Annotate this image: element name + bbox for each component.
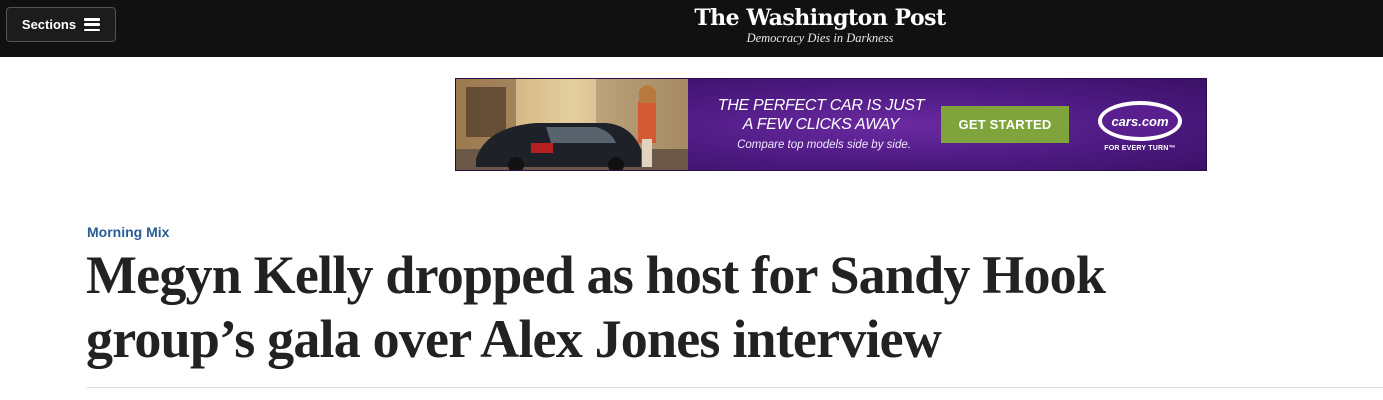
- advertisement-banner[interactable]: THE PERFECT CAR IS JUST A FEW CLICKS AWA…: [455, 78, 1207, 171]
- section-kicker-link[interactable]: Morning Mix: [87, 223, 169, 241]
- ad-headline-line-2: A FEW CLICKS AWAY: [742, 116, 900, 133]
- masthead[interactable]: The Washington Post Democracy Dies in Da…: [620, 5, 1020, 45]
- ad-brand-tagline: FOR EVERY TURN™: [1104, 145, 1176, 152]
- sections-label: Sections: [21, 17, 77, 32]
- site-logo[interactable]: The Washington Post: [620, 5, 1020, 31]
- top-navigation-bar: Sections The Washington Post Democracy D…: [0, 0, 1383, 57]
- article-headline: Megyn Kelly dropped as host for Sandy Ho…: [86, 243, 1286, 371]
- ad-headline-line-1: THE PERFECT CAR IS JUST: [717, 97, 925, 114]
- divider: [87, 387, 1383, 388]
- ad-subtext: Compare top models side by side.: [737, 139, 911, 151]
- cars-com-logo[interactable]: cars.com: [1098, 101, 1182, 141]
- site-tagline: Democracy Dies in Darkness: [746, 31, 894, 45]
- sections-menu-button[interactable]: Sections: [6, 7, 116, 42]
- headline-line-2: group’s gala over Alex Jones interview: [86, 309, 942, 369]
- headline-line-1: Megyn Kelly dropped as host for Sandy Ho…: [86, 245, 1106, 305]
- get-started-button[interactable]: GET STARTED: [941, 106, 1069, 143]
- hamburger-menu-icon: [84, 18, 101, 31]
- ad-headline: THE PERFECT CAR IS JUST A FEW CLICKS AWA…: [706, 96, 936, 134]
- ad-photo-image: [456, 79, 688, 170]
- cars-com-logo-text: cars.com: [1102, 105, 1178, 137]
